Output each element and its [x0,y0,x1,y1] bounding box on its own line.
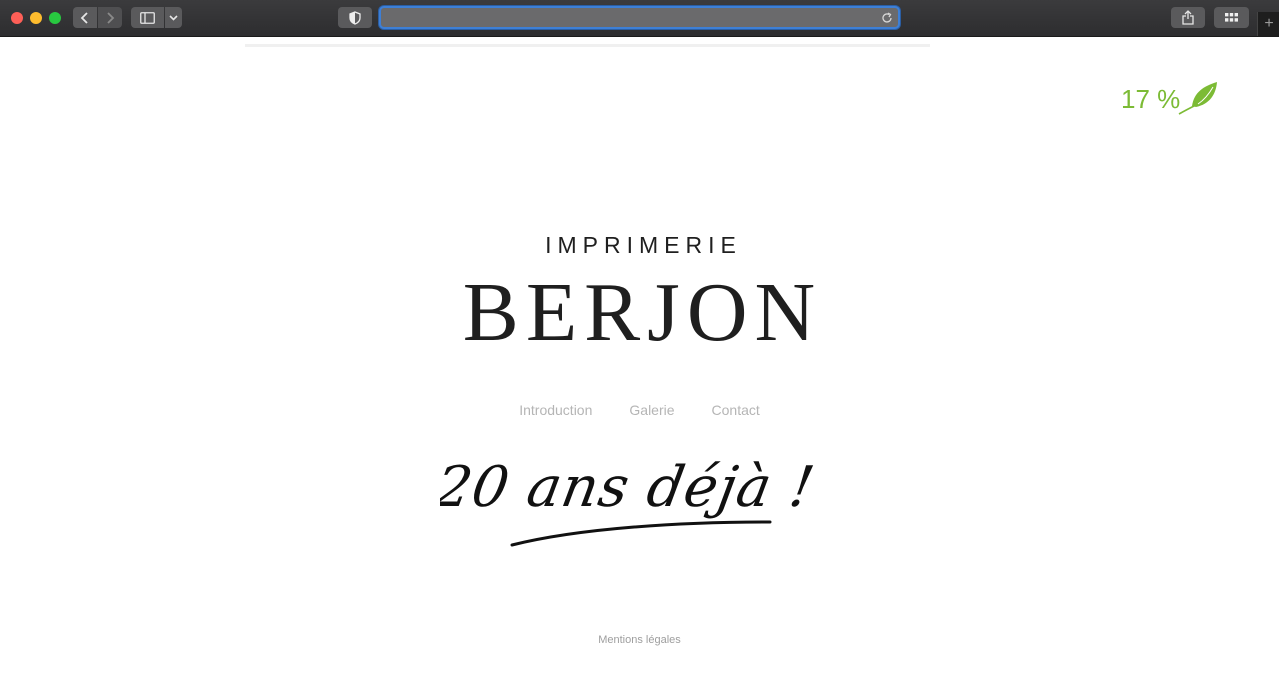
privacy-report-button[interactable] [338,7,372,28]
share-button[interactable] [1171,7,1205,28]
brand-title: BERJON [462,266,823,359]
sidebar-menu-button[interactable] [165,7,182,28]
nav-link-galerie[interactable]: Galerie [629,402,674,418]
minimize-window-button[interactable] [30,12,42,24]
reload-icon[interactable] [881,11,893,29]
eco-badge: 17 % [1121,80,1220,115]
share-icon [1182,10,1194,25]
plus-icon: + [1264,15,1274,32]
grid-icon [1225,13,1238,22]
eco-percentage: 17 % [1121,84,1181,114]
slogan-text: 20 ans déjà ! [440,455,820,520]
main-nav: Introduction Galerie Contact [0,402,1279,418]
address-bar[interactable] [379,6,900,29]
slogan-handwritten: 20 ans déjà ! [429,430,840,555]
sidebar-icon [140,11,155,24]
legal-notice-link[interactable]: Mentions légales [0,634,1279,646]
sidebar-toggle-button[interactable] [131,7,164,28]
bottom-edge [0,684,1279,690]
browser-toolbar [0,0,1279,37]
address-input[interactable] [389,9,873,28]
nav-link-introduction[interactable]: Introduction [519,402,592,418]
back-button[interactable] [73,7,97,28]
leaf-icon [1178,82,1218,115]
slogan-underline [510,520,772,547]
chevron-right-icon [107,11,115,24]
close-window-button[interactable] [11,12,23,24]
new-tab-button[interactable]: + [1257,12,1279,36]
chevron-left-icon [80,11,88,24]
shield-icon [349,10,361,25]
forward-button[interactable] [98,7,122,28]
chevron-down-icon [169,14,178,21]
tab-overview-button[interactable] [1214,7,1249,28]
zoom-window-button[interactable] [49,12,61,24]
nav-link-contact[interactable]: Contact [712,402,760,418]
brand-subtitle: IMPRIMERIE [545,232,742,258]
page-top-divider [245,44,930,47]
